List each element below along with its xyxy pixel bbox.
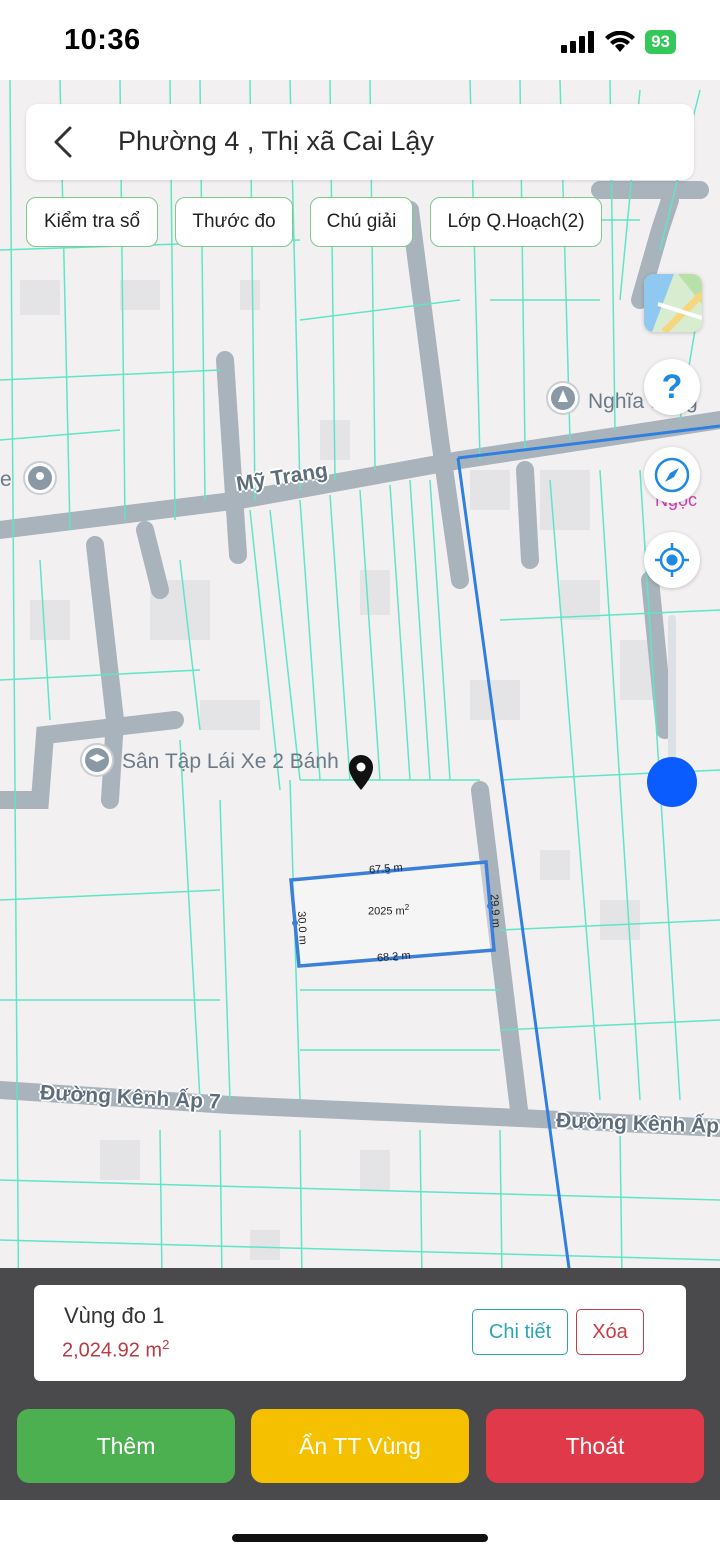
check-book-button[interactable]: Kiểm tra sổ <box>26 197 158 247</box>
help-button[interactable]: ? <box>644 359 700 415</box>
locate-icon <box>655 543 689 577</box>
measure-left-edge: 30.0 m <box>294 910 309 946</box>
compass-button[interactable] <box>644 447 700 503</box>
poi-label-driving-school[interactable]: Sân Tập Lái Xe 2 Bánh <box>122 750 339 774</box>
battery-indicator: 93 <box>645 30 676 54</box>
poi-label-partial-left: e <box>0 468 12 491</box>
ruler-button[interactable]: Thước đo <box>175 197 293 247</box>
delete-button[interactable]: Xóa <box>576 1309 644 1355</box>
zoom-slider-handle[interactable] <box>647 756 697 807</box>
measure-right-edge: 29.9 m <box>487 893 502 929</box>
legend-button[interactable]: Chú giải <box>310 197 413 247</box>
question-icon: ? <box>661 367 683 406</box>
exit-button[interactable]: Thoát <box>486 1409 704 1483</box>
back-arrow-icon[interactable] <box>46 124 82 160</box>
map-layers-icon <box>644 274 702 332</box>
zone-area: 2,024.92 m2 <box>62 1337 170 1362</box>
location-title: Phường 4 , Thị xã Cai Lậy <box>118 126 434 156</box>
hide-info-button[interactable]: Ẩn TT Vùng <box>251 1409 469 1483</box>
zone-name: Vùng đo 1 <box>64 1303 165 1328</box>
home-indicator[interactable] <box>232 1534 488 1542</box>
status-icons: 93 <box>561 28 676 56</box>
planning-layer-button[interactable]: Lớp Q.Hoạch(2) <box>430 197 602 247</box>
location-poi-icon <box>23 461 57 495</box>
my-location-button[interactable] <box>644 532 700 588</box>
status-bar: 10:36 93 <box>0 0 720 80</box>
map-pin-icon <box>349 755 373 790</box>
status-time: 10:36 <box>64 24 141 56</box>
wifi-icon <box>605 31 636 52</box>
zone-info-card: Vùng đo 1 2,024.92 m2 Chi tiết Xóa <box>34 1285 686 1381</box>
add-button[interactable]: Thêm <box>17 1409 235 1483</box>
cemetery-poi-icon <box>546 381 580 415</box>
detail-button[interactable]: Chi tiết <box>472 1309 568 1355</box>
measure-area: 2025 m2 <box>368 903 410 918</box>
signal-icon <box>561 31 595 53</box>
map-type-button[interactable] <box>644 274 702 332</box>
compass-icon <box>654 457 690 493</box>
school-poi-icon <box>80 743 114 777</box>
location-header: Phường 4 , Thị xã Cai Lậy <box>26 104 694 180</box>
